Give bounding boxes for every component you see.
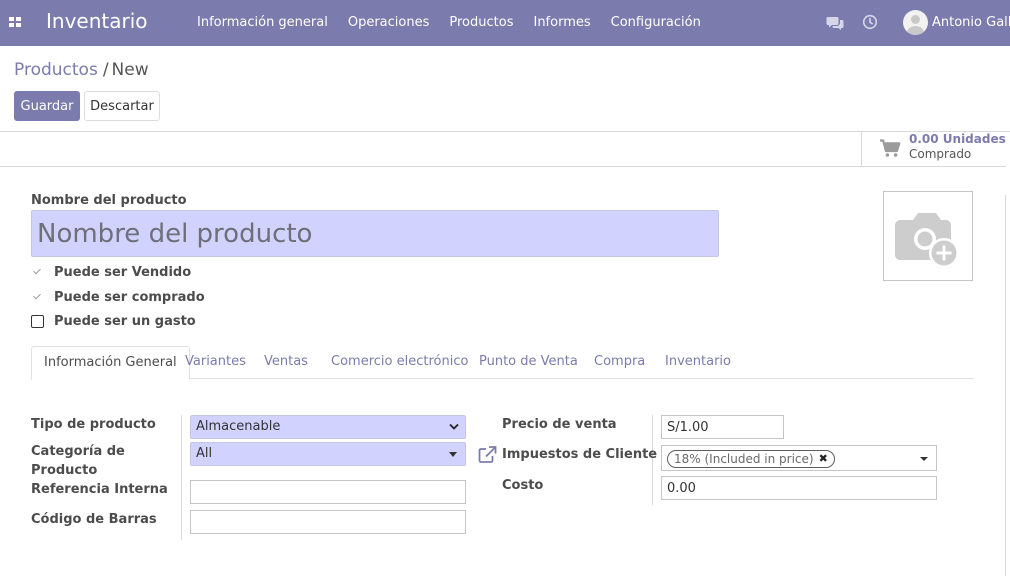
tab-comercio-electronico[interactable]: Comercio electrónico — [331, 346, 468, 379]
user-menu[interactable]: Antonio Galli — [903, 10, 1010, 35]
can-be-purchased-checkbox[interactable] — [31, 291, 44, 304]
dropdown-arrow-icon — [449, 452, 457, 457]
internal-reference-label: Referencia Interna — [31, 482, 168, 497]
product-name-label: Nombre del producto — [31, 193, 187, 208]
product-type-label: Tipo de producto — [31, 417, 156, 432]
product-category-value: All — [196, 446, 213, 461]
tab-ventas[interactable]: Ventas — [264, 346, 308, 379]
breadcrumb-productos-link[interactable]: Productos — [14, 60, 98, 80]
purchased-quantity: 0.00 Unidades — [909, 132, 1006, 146]
cart-icon — [880, 139, 901, 157]
product-image-upload[interactable] — [883, 191, 973, 281]
can-be-expensed-checkbox[interactable] — [31, 315, 44, 328]
tab-informacion-general[interactable]: Información General — [31, 346, 190, 380]
product-category-select[interactable]: All — [190, 442, 466, 466]
barcode-input[interactable] — [190, 510, 466, 534]
tab-inventario[interactable]: Inventario — [665, 346, 731, 379]
activity-clock-icon[interactable] — [862, 14, 878, 30]
camera-plus-icon — [895, 213, 959, 268]
can-be-sold-checkbox[interactable] — [31, 266, 44, 279]
sale-price-input[interactable] — [661, 415, 784, 439]
top-navbar: Inventario Información general Operacion… — [0, 0, 1010, 46]
menu-item-informacion-general[interactable]: Información general — [187, 0, 338, 46]
product-name-input[interactable] — [31, 210, 719, 257]
app-title[interactable]: Inventario — [46, 9, 148, 33]
tab-variantes[interactable]: Variantes — [185, 346, 246, 379]
breadcrumb-current: New — [111, 60, 149, 80]
barcode-label: Código de Barras — [31, 512, 157, 527]
can-be-purchased-label: Puede ser comprado — [54, 290, 205, 305]
save-button[interactable]: Guardar — [14, 91, 80, 121]
remove-tag-icon[interactable]: ✖ — [819, 451, 828, 467]
product-category-label: Categoría de Producto — [31, 444, 125, 478]
purchased-stat-button[interactable]: 0.00 Unidades Comprado — [861, 131, 1006, 166]
chat-icon[interactable] — [826, 15, 844, 31]
menu-item-productos[interactable]: Productos — [439, 0, 523, 46]
dropdown-arrow-icon[interactable] — [920, 457, 928, 461]
can-be-sold-label: Puede ser Vendido — [54, 265, 192, 280]
apps-menu-icon[interactable] — [9, 17, 21, 28]
product-type-select[interactable]: Almacenable — [190, 415, 466, 439]
internal-reference-input[interactable] — [190, 480, 466, 504]
customer-taxes-field[interactable]: 18% (Included in price) ✖ — [661, 445, 937, 471]
sheet-right-border — [1005, 195, 1006, 576]
chevron-down-icon — [449, 423, 459, 430]
user-name: Antonio Galli — [932, 15, 1010, 30]
customer-taxes-label: Impuestos de Cliente — [502, 447, 658, 462]
menu-item-operaciones[interactable]: Operaciones — [338, 0, 440, 46]
left-group-separator — [181, 415, 182, 540]
can-be-expensed-label: Puede ser un gasto — [54, 314, 196, 329]
tax-tag-label: 18% (Included in price) — [674, 452, 814, 466]
discard-button[interactable]: Descartar — [84, 91, 160, 121]
external-link-icon[interactable] — [478, 446, 497, 463]
tab-compra[interactable]: Compra — [594, 346, 645, 379]
menu-item-informes[interactable]: Informes — [523, 0, 600, 46]
purchased-label: Comprado — [909, 147, 972, 161]
button-box: 0.00 Unidades Comprado — [0, 131, 1006, 167]
tab-punto-de-venta[interactable]: Punto de Venta — [479, 346, 578, 379]
can-be-expensed-row: Puede ser un gasto — [31, 314, 196, 329]
tax-tag: 18% (Included in price) ✖ — [667, 450, 835, 468]
breadcrumb-separator: / — [102, 60, 109, 80]
sale-price-label: Precio de venta — [502, 417, 617, 432]
breadcrumb: Productos / New — [14, 60, 149, 80]
menu-item-configuracion[interactable]: Configuración — [601, 0, 711, 46]
notebook-tabs: Información General Variantes Ventas Com… — [31, 346, 974, 380]
can-be-sold-row: Puede ser Vendido — [31, 265, 191, 280]
cost-input[interactable] — [661, 476, 937, 500]
avatar — [903, 10, 928, 35]
can-be-purchased-row: Puede ser comprado — [31, 290, 205, 305]
cost-label: Costo — [502, 478, 544, 493]
main-menu: Información general Operaciones Producto… — [187, 0, 711, 46]
product-type-value: Almacenable — [196, 419, 281, 434]
